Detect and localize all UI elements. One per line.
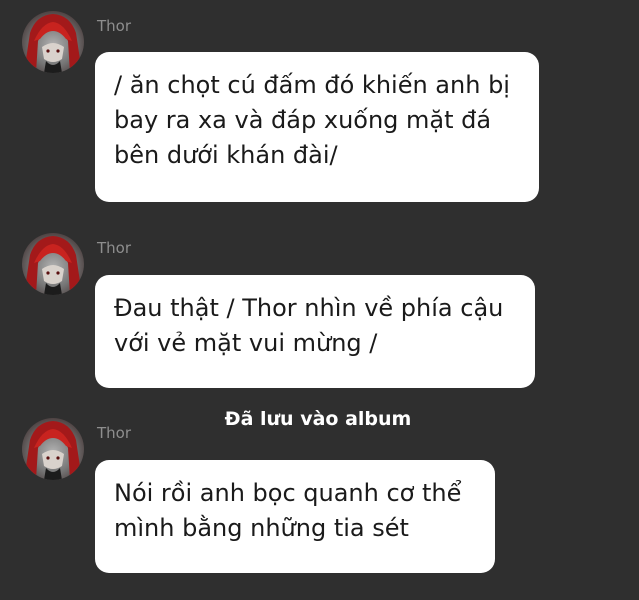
sender-name: Thor <box>97 17 132 35</box>
sender-name: Thor <box>97 239 132 257</box>
avatar-image-icon <box>24 14 82 73</box>
message-bubble[interactable]: Nói rồi anh bọc quanh cơ thể mình bằng n… <box>95 460 495 573</box>
avatar-image-icon <box>24 236 82 295</box>
avatar[interactable] <box>22 11 84 73</box>
avatar-image-icon <box>24 421 82 480</box>
avatar[interactable] <box>22 233 84 295</box>
sender-name: Thor <box>97 424 132 442</box>
message-bubble[interactable]: / ăn chọt cú đấm đó khiến anh bị bay ra … <box>95 52 539 202</box>
saved-to-album-toast: Đã lưu vào album <box>224 408 412 430</box>
message-bubble[interactable]: Đau thật / Thor nhìn về phía cậu với vẻ … <box>95 275 535 388</box>
avatar[interactable] <box>22 418 84 480</box>
